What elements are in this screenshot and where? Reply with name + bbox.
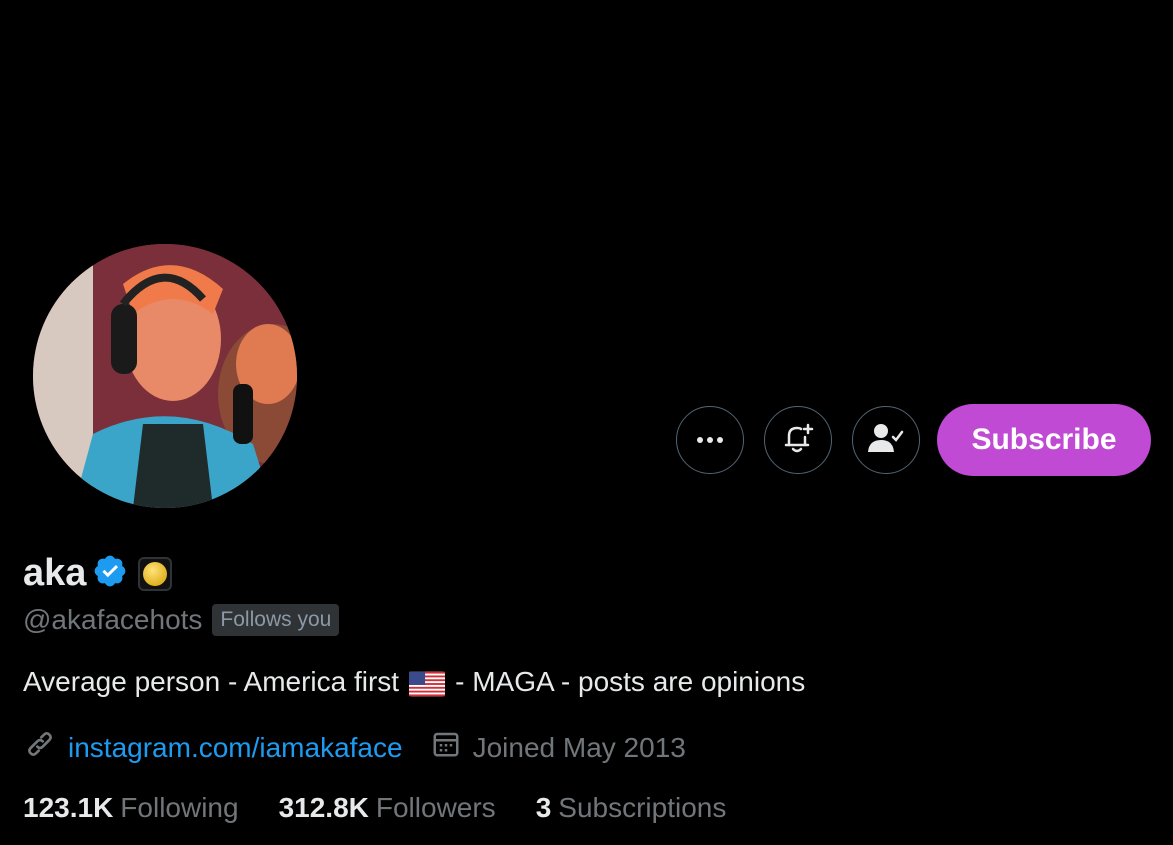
profile-actions: Subscribe xyxy=(676,404,1151,476)
following-label: Following xyxy=(120,792,239,823)
followers-label: Followers xyxy=(375,792,496,823)
verified-badge-icon[interactable] xyxy=(86,553,128,594)
follows-you-badge: Follows you xyxy=(212,604,340,636)
bio-text-start: Average person - America first xyxy=(23,666,400,697)
following-stat[interactable]: 123.1K Following xyxy=(23,792,239,824)
name-row: aka xyxy=(23,552,173,595)
more-button[interactable] xyxy=(676,406,744,474)
coin-badge-icon[interactable] xyxy=(138,556,173,591)
subscriptions-label: Subscriptions xyxy=(558,792,727,823)
profile-avatar[interactable] xyxy=(30,241,300,511)
avatar-image xyxy=(33,244,297,508)
following-count: 123.1K xyxy=(23,792,114,823)
person-check-icon xyxy=(868,422,904,459)
link-icon xyxy=(24,728,68,767)
profile-meta: instagram.com/iamakaface Joined May 2013 xyxy=(24,728,686,767)
calendar-icon xyxy=(403,729,473,766)
joined-date: Joined May 2013 xyxy=(472,731,686,763)
profile-website-link[interactable]: instagram.com/iamakaface xyxy=(68,732,403,764)
bell-plus-icon xyxy=(781,421,815,460)
user-handle: @akafacehots xyxy=(23,604,203,635)
followers-count: 312.8K xyxy=(278,792,369,823)
profile-bio: Average person - America first - MAGA - … xyxy=(23,666,805,698)
display-name: aka xyxy=(23,552,87,594)
subscriptions-stat[interactable]: 3 Subscriptions xyxy=(536,792,727,824)
more-icon xyxy=(696,431,724,449)
following-button[interactable] xyxy=(852,406,920,474)
followers-stat[interactable]: 312.8K Followers xyxy=(279,792,496,824)
notify-button[interactable] xyxy=(764,406,832,474)
profile-stats: 123.1K Following 312.8K Followers 3 Subs… xyxy=(23,792,766,824)
handle-row: @akafacehots Follows you xyxy=(23,604,340,636)
subscribe-button[interactable]: Subscribe xyxy=(937,404,1151,476)
us-flag-icon xyxy=(399,666,455,698)
subscriptions-count: 3 xyxy=(535,792,552,823)
bio-text-end: - MAGA - posts are opinions xyxy=(455,666,806,697)
